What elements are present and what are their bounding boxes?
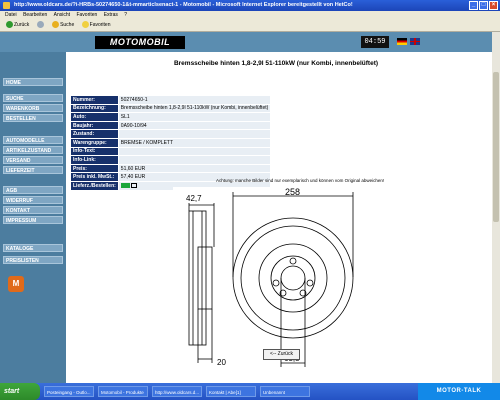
hub-side-view: [197, 246, 213, 310]
dim-diameter-label: 258: [285, 187, 300, 197]
star-icon: [81, 21, 89, 29]
task-item[interactable]: http://www.oldcars.d...: [152, 386, 202, 397]
disc-outer-circle: [232, 217, 354, 339]
table-row: Info-Link:: [70, 155, 272, 165]
start-button[interactable]: start: [0, 383, 40, 400]
favorites-toolbar-button[interactable]: Favoriten: [81, 20, 110, 31]
menu-datei[interactable]: Datei: [5, 12, 17, 18]
disc-side-view: [188, 210, 207, 346]
row-key: Bezeichnung:: [70, 103, 119, 114]
row-value: 50274650-1: [117, 95, 272, 105]
row-key: Auto:: [70, 112, 119, 122]
back-nav-button[interactable]: Zurück: [6, 20, 29, 31]
product-info-table: Nummer: 50274650-1 Bezeichnung: Bremsscheib…: [70, 95, 272, 191]
search-icon: [52, 21, 60, 29]
forward-nav-button[interactable]: [36, 20, 45, 31]
forward-arrow-icon: [36, 21, 44, 29]
table-row: Bezeichnung: Bremsscheibe hinten 1,8-2,9l…: [70, 103, 272, 114]
windows-taskbar: start Posteingang - Outlo... Motomobil -…: [0, 383, 500, 400]
minimize-button[interactable]: _: [469, 1, 478, 10]
image-disclaimer: Achtung: manche Bilder sind nur exemplar…: [216, 178, 385, 183]
task-item[interactable]: Motomobil - Produkte: [98, 386, 148, 397]
row-value: SL1: [117, 112, 272, 122]
table-row: Warengruppe: BREMSE / KOMPLETT: [70, 137, 272, 148]
task-item[interactable]: Unbenannt: [260, 386, 310, 397]
menu-bearbeiten[interactable]: Bearbeiten: [23, 12, 47, 18]
row-value: 51,60 EUR: [117, 163, 272, 174]
row-key: Baujahr:: [70, 120, 119, 131]
row-value: [117, 155, 272, 165]
task-item[interactable]: Posteingang - Outlo...: [44, 386, 94, 397]
web-page: MOTOMOBIL 04:59 HOME SUCHE WARENKORB BESTEL…: [0, 32, 500, 383]
cart-icon[interactable]: [120, 182, 130, 188]
menu-help[interactable]: ?: [124, 12, 127, 18]
disc-hub-circle: [270, 255, 316, 301]
nav-item-widerruf[interactable]: WIDERRUF: [3, 196, 63, 204]
row-key: Info-Text:: [70, 146, 119, 157]
table-row: Info-Text:: [70, 146, 272, 157]
row-key: Zustand:: [70, 129, 119, 139]
table-row: Baujahr: 0A90-10/94: [70, 120, 272, 131]
uk-flag-icon[interactable]: [410, 38, 420, 45]
back-arrow-icon: [6, 21, 13, 29]
search-toolbar-button[interactable]: Suche: [52, 20, 74, 31]
row-value: Bremsscheibe hinten 1,8-2,9l 51-110kW (n…: [117, 103, 272, 114]
clock-display: 04:59: [361, 36, 389, 48]
window-title: http://www.oldcars.de/?i-HRBs-50274650-1…: [14, 2, 353, 8]
nav-item-bestellen[interactable]: BESTELLEN: [3, 114, 63, 122]
site-logo[interactable]: MOTOMOBIL: [95, 36, 185, 49]
product-title: Bremsscheibe hinten 1,8-2,9l 51-110kW (n…: [173, 60, 379, 67]
dim-thickness-label: 42,7: [186, 194, 202, 203]
table-row: Zustand:: [70, 129, 272, 139]
menu-ansicht[interactable]: Ansicht: [54, 12, 70, 18]
center-bore-circle: [280, 265, 306, 291]
site-badge-icon[interactable]: M: [8, 276, 24, 292]
row-key: Info-Link:: [70, 155, 119, 165]
table-row: Auto: SL1: [70, 112, 272, 122]
table-row: Preis: 51,60 EUR: [70, 163, 272, 174]
maximize-button[interactable]: □: [479, 1, 488, 10]
row-value: 0A90-10/94: [117, 120, 272, 131]
main-content: Bremsscheibe hinten 1,8-2,9l 51-110kW (n…: [66, 52, 500, 383]
nav-item-home[interactable]: HOME: [3, 78, 63, 86]
nav-item-versand[interactable]: VERSAND: [3, 156, 63, 164]
row-value: [117, 146, 272, 157]
tray-watermark: MOTOR-TALK: [418, 383, 500, 400]
menu-favoriten[interactable]: Favoriten: [76, 12, 97, 18]
vertical-scrollbar[interactable]: [492, 32, 500, 383]
close-button[interactable]: ×: [489, 1, 498, 10]
nav-item-automodelle[interactable]: AUTOMODELLE: [3, 136, 63, 144]
row-key: Lieferz./Bestellen:: [70, 180, 119, 191]
dim-hub-label: 20: [217, 358, 226, 367]
scrollbar-thumb[interactable]: [493, 72, 499, 222]
nav-item-suche[interactable]: SUCHE: [3, 94, 63, 102]
task-item[interactable]: Kontakt | Abe[1]: [206, 386, 256, 397]
window-titlebar: http://www.oldcars.de/?i-HRBs-50274650-1…: [0, 0, 500, 11]
row-value: BREMSE / KOMPLETT: [117, 137, 272, 148]
row-value: [117, 129, 272, 139]
nav-item-artikelzustand[interactable]: ARTIKELZUSTAND: [3, 146, 63, 154]
nav-item-kontakt[interactable]: KONTAKT: [3, 206, 63, 214]
row-key: Nummer:: [70, 95, 119, 105]
nav-item-warenkorb[interactable]: WARENKORB: [3, 104, 63, 112]
toolbar: Zurück Suche Favoriten: [0, 20, 500, 32]
row-key: Preis:: [70, 163, 119, 174]
row-key: Preis inkl. MwSt.:: [70, 172, 119, 182]
add-to-cart-icon[interactable]: [131, 182, 138, 188]
nav-item-impressum[interactable]: IMPRESSUM: [3, 216, 63, 224]
menu-extras[interactable]: Extras: [104, 12, 118, 18]
brake-disc-drawing: 42,7 20 258 63,5: [173, 187, 371, 372]
german-flag-icon[interactable]: [397, 38, 407, 45]
table-row: Nummer: 50274650-1: [70, 95, 272, 105]
nav-item-agb[interactable]: AGB: [3, 186, 63, 194]
back-button[interactable]: <-- Zurück: [263, 349, 300, 360]
ie-icon: [3, 2, 10, 9]
nav-item-kataloge[interactable]: KATALOGE: [3, 244, 63, 252]
row-key: Warengruppe:: [70, 137, 119, 148]
nav-item-preislisten[interactable]: PREISLISTEN: [3, 256, 63, 264]
nav-item-lieferzeit[interactable]: LIEFERZEIT: [3, 166, 63, 174]
site-header: MOTOMOBIL 04:59: [0, 32, 500, 52]
